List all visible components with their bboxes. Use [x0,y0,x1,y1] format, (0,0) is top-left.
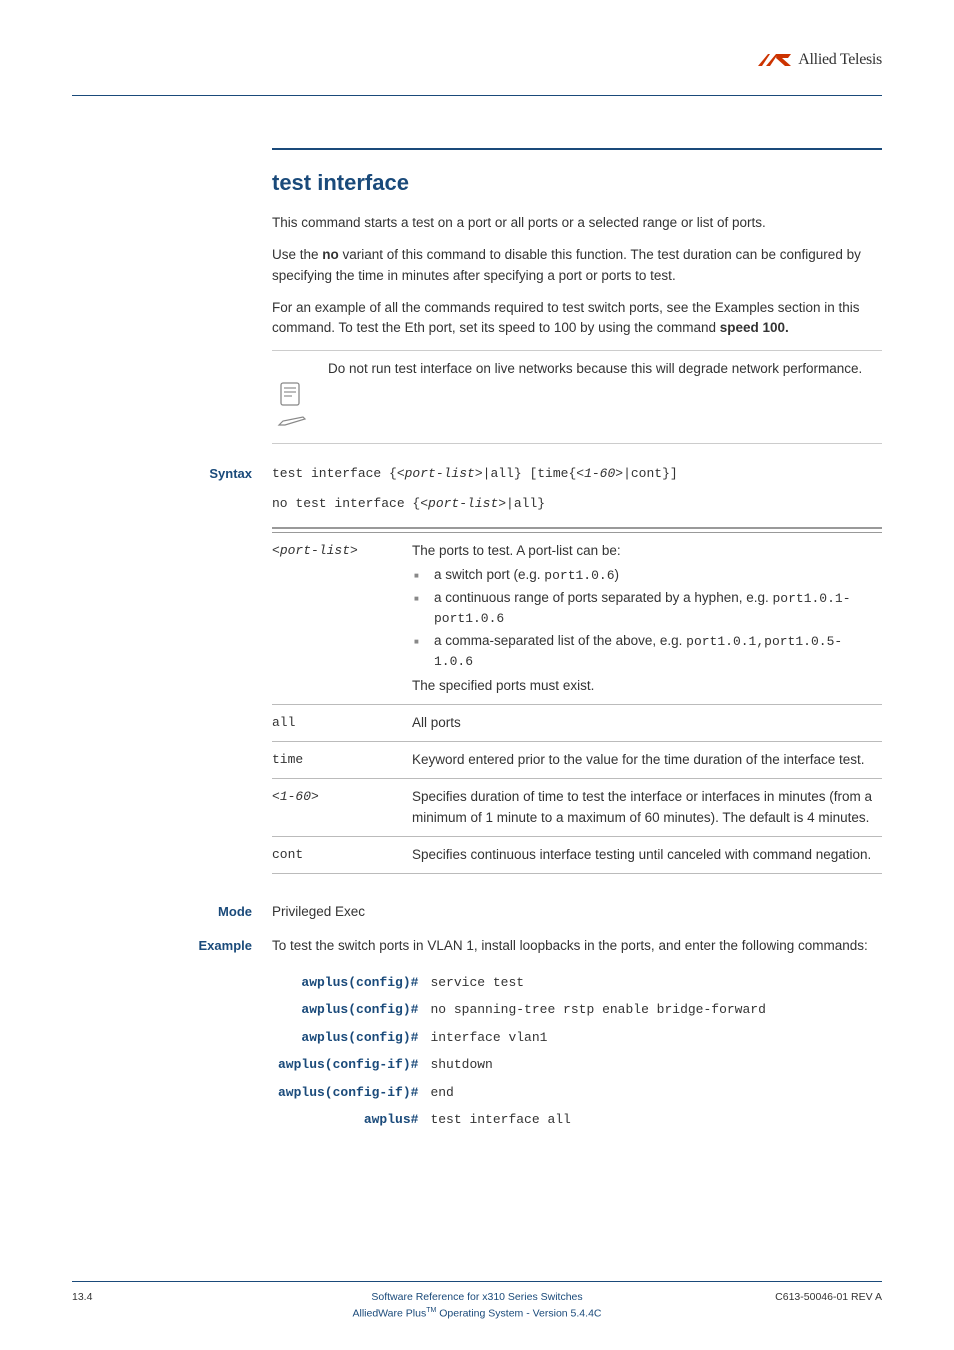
command-row: awplus(config)#service test [272,969,772,997]
text-fragment: Use the [272,247,322,262]
syntax-line-1: test interface {<port-list>|all} [time{<… [272,464,882,484]
command-text: interface vlan1 [424,1024,771,1052]
command-prompt: awplus(config-if)# [272,1079,424,1107]
syntax-line-2: no test interface {<port-list>|all} [272,494,882,514]
speed-keyword: speed 100. [720,320,789,335]
page-footer: 13.4 Software Reference for x310 Series … [72,1281,882,1322]
brand-name: Allied Telesis [798,48,882,72]
command-row: awplus(config)#no spanning-tree rstp ena… [272,996,772,1024]
mode-label: Mode [72,902,262,922]
parameter-table: <port-list> The ports to test. A port-li… [272,527,882,874]
command-row: awplus(config-if)#shutdown [272,1051,772,1079]
table-row: time Keyword entered prior to the value … [272,742,882,779]
table-row: cont Specifies continuous interface test… [272,836,882,873]
text-fragment: variant of this command to disable this … [272,247,861,282]
example-intro: To test the switch ports in VLAN 1, inst… [272,936,882,956]
command-row: awplus(config)#interface vlan1 [272,1024,772,1052]
intro-paragraph-2: Use the no variant of this command to di… [272,245,882,286]
footer-doc-id: C613-50046-01 REV A [752,1290,882,1306]
footer-line-1: Software Reference for x310 Series Switc… [202,1290,752,1306]
intro-paragraph-1: This command starts a test on a port or … [272,213,882,233]
command-prompt: awplus# [272,1106,424,1134]
example-commands: awplus(config)#service testawplus(config… [272,969,772,1134]
syntax-label: Syntax [72,464,262,484]
command-text: end [424,1079,771,1107]
note-icon [278,381,306,409]
pencil-icon [277,413,307,427]
command-row: awplus(config-if)#end [272,1079,772,1107]
footer-page-number: 13.4 [72,1290,202,1306]
brand-logo: Allied Telesis [758,48,882,72]
command-prompt: awplus(config)# [272,969,424,997]
command-prompt: awplus(config)# [272,1024,424,1052]
mode-value: Privileged Exec [272,902,882,922]
command-text: test interface all [424,1106,771,1134]
command-text: no spanning-tree rstp enable bridge-forw… [424,996,771,1024]
command-text: shutdown [424,1051,771,1079]
list-item: a continuous range of ports separated by… [430,588,874,629]
logo-mark-icon [758,52,792,68]
example-label: Example [72,936,262,956]
command-text: service test [424,969,771,997]
table-row: <port-list> The ports to test. A port-li… [272,532,882,704]
note-callout: Do not run test interface on live networ… [272,350,882,444]
list-item: a switch port (e.g. port1.0.6) [430,565,874,586]
command-row: awplus#test interface all [272,1106,772,1134]
footer-line-2: AlliedWare PlusTM Operating System - Ver… [202,1306,752,1322]
table-row: <1-60> Specifies duration of time to tes… [272,779,882,837]
command-prompt: awplus(config-if)# [272,1051,424,1079]
page-header: Allied Telesis [72,48,882,96]
command-prompt: awplus(config)# [272,996,424,1024]
intro-paragraph-3: For an example of all the commands requi… [272,298,882,339]
no-keyword: no [322,247,339,262]
list-item: a comma-separated list of the above, e.g… [430,631,874,672]
table-row: all All ports [272,704,882,741]
note-text: Do not run test interface on live networ… [328,359,862,379]
page-title: test interface [272,166,882,199]
